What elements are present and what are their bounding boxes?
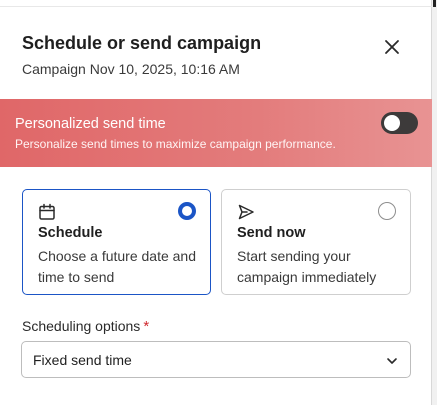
option-title: Schedule: [38, 225, 103, 241]
toggle-knob: [384, 115, 400, 131]
scheduling-options-label: Scheduling options *: [22, 318, 149, 335]
edge-mark: [433, 0, 436, 7]
dialog-header: Schedule or send campaign Campaign Nov 1…: [22, 32, 261, 77]
option-schedule-card[interactable]: Schedule Choose a future date and time t…: [22, 189, 211, 295]
dialog-title: Schedule or send campaign: [22, 33, 262, 53]
select-value: Fixed send time: [33, 352, 132, 368]
option-description: Start sending your campaign immediately: [237, 248, 377, 285]
window-edge: [431, 0, 437, 405]
banner-description: Personalize send times to maximize campa…: [15, 137, 336, 151]
scheduling-options-select[interactable]: Fixed send time: [21, 341, 411, 378]
top-divider: [0, 6, 432, 7]
schedule-radio[interactable]: [178, 202, 196, 220]
personalized-send-time-toggle[interactable]: [381, 112, 418, 134]
required-mark: *: [143, 318, 150, 335]
personalized-send-time-banner: Personalized send time Personalize send …: [0, 99, 432, 167]
close-icon: [385, 40, 399, 54]
close-button[interactable]: [381, 36, 403, 58]
banner-title: Personalized send time: [15, 116, 166, 132]
scheduling-options-label-text: Scheduling options: [22, 318, 141, 334]
dialog-subtitle: Campaign Nov 10, 2025, 10:16 AM: [22, 61, 240, 77]
option-description: Choose a future date and time to send: [38, 248, 197, 285]
calendar-icon: [39, 203, 55, 220]
chevron-down-icon: [387, 358, 397, 364]
send-icon: [238, 204, 254, 220]
option-title: Send now: [237, 225, 306, 241]
option-send-now-card[interactable]: Send now Start sending your campaign imm…: [221, 189, 411, 295]
send-now-radio[interactable]: [378, 202, 396, 220]
